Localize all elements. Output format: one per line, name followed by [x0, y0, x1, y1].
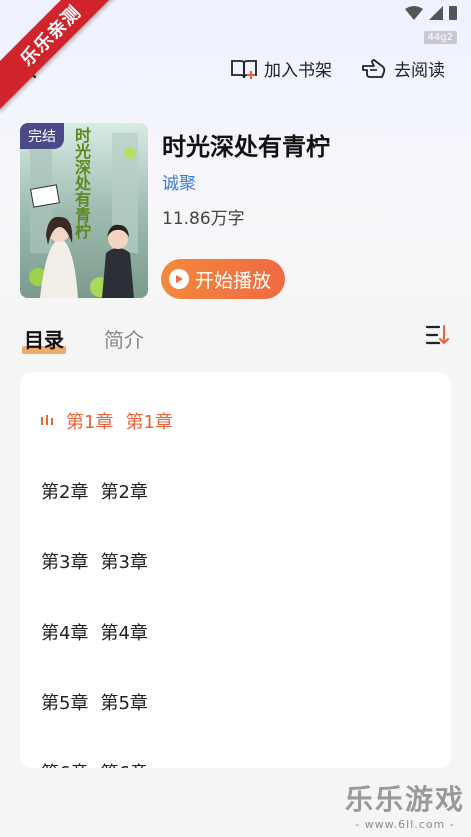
- tab-bar: 目录 简介: [22, 324, 144, 354]
- book-author[interactable]: 诚聚: [162, 169, 196, 194]
- header-actions: 加入书架 去阅读: [230, 56, 445, 81]
- chapter-item-current[interactable]: 第1章 第1章: [20, 401, 451, 441]
- pointing-hand-icon: [362, 58, 386, 78]
- chapter-item[interactable]: 第4章 第4章: [20, 612, 451, 652]
- wifi-icon: [405, 6, 423, 20]
- playing-indicator-icon: [41, 415, 53, 425]
- cover-title: 时光深处有青柠: [72, 127, 91, 239]
- word-count: 11.86万字: [162, 209, 245, 229]
- watermark-url: - www.6ll.com -: [355, 818, 455, 831]
- chapter-name: 第4章: [100, 623, 148, 644]
- tab-intro[interactable]: 简介: [104, 324, 144, 353]
- completed-tag: 完结: [20, 123, 64, 149]
- chapter-number: 第3章: [41, 552, 89, 573]
- play-icon: [169, 269, 189, 289]
- chapter-list: 第1章 第1章 第2章 第2章 第3章 第3章 第4章 第4章 第5章 第5章 …: [20, 372, 451, 768]
- chapter-item[interactable]: 第2章 第2章: [20, 471, 451, 511]
- tab-catalog[interactable]: 目录: [22, 324, 66, 354]
- site-watermark: 乐乐游戏 - www.6ll.com -: [345, 778, 465, 831]
- sort-icon[interactable]: [425, 323, 449, 347]
- start-play-button[interactable]: 开始播放: [161, 259, 286, 299]
- chapter-item[interactable]: 第5章 第5章: [20, 682, 451, 722]
- chapter-name: 第3章: [100, 552, 148, 573]
- go-read-label: 去阅读: [394, 61, 445, 81]
- chapter-name: 第5章: [100, 693, 148, 714]
- chapter-name: 第1章: [125, 412, 173, 433]
- book-title: 时光深处有青柠: [162, 133, 330, 161]
- chapter-name: 第2章: [100, 482, 148, 503]
- book-add-icon: [231, 59, 257, 79]
- add-to-shelf-label: 加入书架: [264, 61, 332, 81]
- chapter-number: 第5章: [41, 693, 89, 714]
- chapter-number: 第6章: [41, 759, 88, 768]
- chapter-number: 第1章: [66, 412, 114, 433]
- start-play-label: 开始播放: [195, 269, 272, 292]
- status-badge: 44g2: [423, 31, 457, 44]
- book-cover[interactable]: 完结 时光深处有青柠: [20, 123, 148, 298]
- go-read-button[interactable]: 去阅读: [360, 56, 445, 81]
- chapter-item[interactable]: 第6章 第6章: [20, 752, 451, 768]
- chapter-number: 第4章: [41, 623, 89, 644]
- status-bar: [405, 6, 457, 20]
- chapter-item[interactable]: 第3章 第3章: [20, 541, 451, 581]
- signal-icon: [429, 6, 443, 20]
- battery-icon: [449, 6, 457, 20]
- chapter-number: 第2章: [41, 482, 89, 503]
- add-to-shelf-button[interactable]: 加入书架: [230, 56, 332, 81]
- watermark-brand: 乐乐游戏: [344, 783, 465, 816]
- chapter-name: 第6章: [100, 759, 147, 768]
